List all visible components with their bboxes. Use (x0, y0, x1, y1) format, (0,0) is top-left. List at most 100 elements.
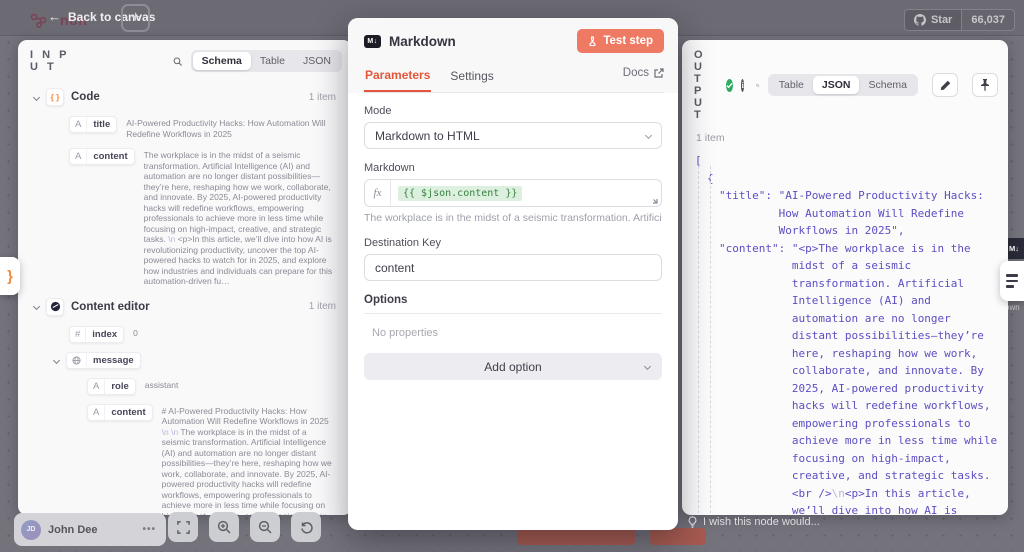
message-row[interactable]: message (24, 348, 344, 374)
schema-drawer-button[interactable] (1000, 261, 1024, 301)
expression-code[interactable]: {{ $json.content }} (398, 186, 522, 201)
markdown-expression-input[interactable]: fx {{ $json.content }} (364, 179, 662, 207)
search-icon[interactable] (756, 79, 759, 92)
search-icon[interactable] (173, 55, 182, 68)
input-panel: I N P U T Schema Table JSON { } Code 1 i… (18, 40, 352, 515)
test-step-button[interactable]: Test step (577, 29, 664, 53)
pin-icon (980, 79, 990, 91)
input-title: I N P U T (30, 49, 81, 73)
tab-schema[interactable]: Schema (859, 76, 916, 94)
destination-key-label: Destination Key (364, 237, 662, 249)
field-pill-role[interactable]: Arole (87, 378, 136, 395)
dimmed-canvas-button (517, 528, 635, 545)
avatar: JD (21, 520, 41, 540)
content-editor-section-row[interactable]: Content editor 1 item (24, 292, 344, 322)
field-pill-content[interactable]: Acontent (69, 148, 135, 165)
mode-select[interactable]: Markdown to HTML (364, 122, 662, 149)
field-pill-index[interactable]: #index (69, 326, 124, 343)
info-icon[interactable]: i (741, 79, 744, 92)
json-value-content: "<p>The workplace is in the midst of a s… (792, 240, 1002, 516)
no-properties-text: No properties (372, 327, 662, 339)
chevron-down-icon (645, 132, 652, 139)
content-editor-node-icon (46, 298, 64, 316)
zoom-in-icon (217, 520, 231, 534)
node-feedback-link[interactable]: I wish this node would... (688, 516, 820, 528)
github-star-widget[interactable]: Star 66,037 (904, 9, 1015, 31)
expression-preview: The workplace is in the midst of a seism… (364, 212, 662, 224)
user-menu[interactable]: JD John Dee ••• (14, 513, 166, 546)
schema-field-content: Acontent The workplace is in the midst o… (24, 144, 344, 292)
content-editor-label: Content editor (71, 301, 150, 313)
output-title: O U T P U T (694, 49, 718, 121)
field-pill-message[interactable]: message (66, 352, 141, 369)
code-item-count: 1 item (309, 92, 336, 103)
add-option-label: Add option (484, 360, 541, 374)
schema-field-title: Atitle AI-Powered Productivity Hacks: Ho… (24, 112, 344, 144)
tab-parameters[interactable]: Parameters (364, 62, 431, 92)
list-icon (1006, 274, 1018, 277)
external-link-icon (654, 68, 664, 78)
reset-zoom-button[interactable] (291, 512, 321, 542)
code-section-row[interactable]: { } Code 1 item (24, 82, 344, 112)
json-key-title: "title": (719, 187, 779, 240)
content-editor-count: 1 item (309, 301, 336, 312)
docs-link[interactable]: Docs (623, 67, 664, 87)
schema-field-index: #index 0 (24, 322, 344, 348)
add-tab-button[interactable]: + (121, 4, 150, 32)
docs-label: Docs (623, 67, 649, 79)
json-value-title: "AI-Powered Productivity Hacks: How Auto… (779, 187, 1002, 240)
lightbulb-icon (688, 516, 697, 528)
test-step-label: Test step (603, 35, 653, 47)
chevron-down-icon (644, 363, 651, 370)
chevron-down-icon[interactable] (33, 93, 40, 100)
star-count: 66,037 (962, 9, 1015, 31)
markdown-node-modal: M↓ Markdown Test step Parameters Setting… (348, 18, 678, 530)
tab-table[interactable]: Table (770, 76, 813, 94)
input-schema-tree: { } Code 1 item Atitle AI-Powered Produc… (18, 80, 352, 515)
json-open-bracket: [ (695, 152, 1002, 170)
reset-zoom-icon (299, 520, 313, 534)
node-title: Markdown (389, 34, 456, 49)
output-panel: O U T P U T i Table JSON Schema 1 item [ (682, 40, 1008, 515)
field-pill-title[interactable]: Atitle (69, 116, 117, 133)
field-value-message-content: # AI-Powered Productivity Hacks: How Aut… (162, 404, 334, 516)
tab-schema[interactable]: Schema (193, 52, 251, 70)
field-value-index: 0 (133, 326, 334, 339)
zoom-out-icon (258, 520, 272, 534)
fx-prefix: fx (365, 180, 391, 206)
flask-icon (588, 36, 597, 47)
add-option-button[interactable]: Add option (364, 353, 662, 380)
chevron-down-icon[interactable] (53, 356, 60, 363)
zoom-out-button[interactable] (250, 512, 280, 542)
field-value-role: assistant (145, 378, 334, 391)
input-node-handle[interactable]: } (0, 257, 20, 295)
mode-value: Markdown to HTML (375, 129, 480, 143)
chevron-down-icon[interactable] (33, 303, 40, 310)
indent-guide (710, 166, 711, 515)
field-pill-message-content[interactable]: Acontent (87, 404, 153, 421)
zoom-in-button[interactable] (209, 512, 239, 542)
tab-json[interactable]: JSON (294, 52, 340, 70)
user-menu-dots[interactable]: ••• (142, 524, 156, 535)
dimmed-canvas-button (650, 528, 706, 545)
markdown-field-label: Markdown (364, 162, 662, 174)
pin-data-button[interactable] (972, 73, 998, 97)
input-display-mode-tabs: Schema Table JSON (191, 50, 342, 72)
output-items-count: 1 item (682, 128, 1008, 146)
tab-settings[interactable]: Settings (449, 63, 494, 91)
star-label: Star (931, 14, 952, 26)
pencil-icon (940, 80, 951, 91)
field-value-title: AI-Powered Productivity Hacks: How Autom… (126, 116, 334, 139)
expand-expression-icon[interactable] (649, 195, 658, 204)
user-name: John Dee (48, 524, 98, 536)
edit-output-button[interactable] (932, 73, 958, 97)
success-icon (726, 79, 733, 92)
json-entry-title: "title": "AI-Powered Productivity Hacks:… (695, 187, 1002, 240)
tab-table[interactable]: Table (251, 52, 294, 70)
github-icon (914, 14, 926, 26)
n8n-node-detail-view: n8n ← Back to canvas + Star 66,037 JD Jo… (0, 0, 1024, 552)
json-key-content: "content": (719, 240, 792, 516)
tab-json[interactable]: JSON (813, 76, 860, 94)
destination-key-input[interactable]: content (364, 254, 662, 281)
fit-view-button[interactable] (168, 512, 198, 542)
